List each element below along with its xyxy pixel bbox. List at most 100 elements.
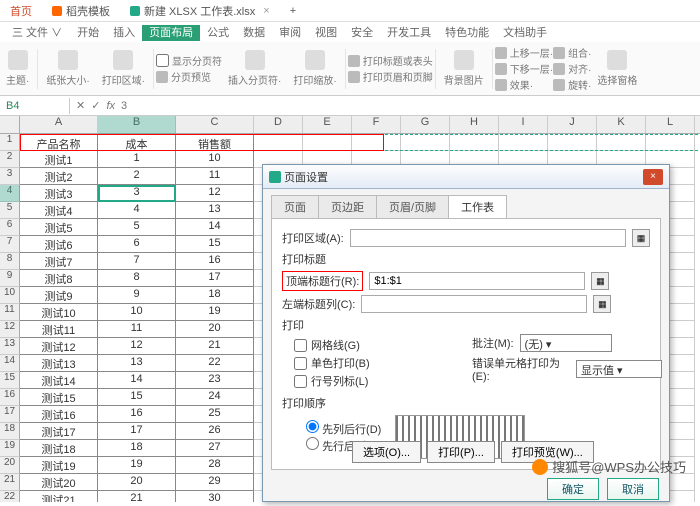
row-header[interactable]: 1	[0, 134, 20, 151]
show-breaks[interactable]: 显示分页符	[156, 53, 222, 68]
cell[interactable]: 测试11	[20, 321, 98, 338]
print-button[interactable]: 打印(P)...	[427, 441, 495, 463]
column-header[interactable]: C	[176, 116, 254, 133]
top-title-input[interactable]	[369, 272, 585, 290]
selectpane-group[interactable]: 选择窗格	[591, 48, 643, 89]
insertbreak-group[interactable]: 插入分页符·	[222, 48, 287, 89]
errors-combo[interactable]: 显示值 ▾	[576, 360, 662, 378]
ribbon-tab[interactable]: 开始	[70, 25, 106, 41]
left-title-input[interactable]	[361, 295, 587, 313]
cell[interactable]: 13	[98, 355, 176, 372]
column-header[interactable]: A	[20, 116, 98, 133]
fx-confirm[interactable]: ✓	[91, 99, 100, 112]
cell[interactable]	[303, 134, 352, 151]
row-header[interactable]: 8	[0, 253, 20, 270]
cell[interactable]: 29	[176, 474, 254, 491]
cell[interactable]: 21	[176, 338, 254, 355]
dialog-titlebar[interactable]: 页面设置 ×	[263, 165, 669, 189]
cell[interactable]	[450, 134, 499, 151]
column-header[interactable]: B	[98, 116, 176, 133]
column-header[interactable]: J	[548, 116, 597, 133]
cell[interactable]	[352, 134, 401, 151]
printscale-group[interactable]: 打印缩放·	[287, 48, 342, 89]
row-header[interactable]: 19	[0, 440, 20, 457]
send-back[interactable]: 下移一层·	[495, 61, 553, 76]
column-header[interactable]: H	[450, 116, 499, 133]
cell[interactable]: 测试12	[20, 338, 98, 355]
column-header[interactable]: K	[597, 116, 646, 133]
dialog-close-button[interactable]: ×	[643, 169, 663, 185]
file-menu[interactable]: 三 文件 ∨	[4, 22, 70, 42]
cell[interactable]: 25	[176, 406, 254, 423]
top-title-picker[interactable]: ▦	[591, 272, 609, 290]
row-header[interactable]: 14	[0, 355, 20, 372]
tab-template[interactable]: 稻壳模板	[42, 1, 120, 21]
print-titles[interactable]: 打印标题或表头	[348, 53, 433, 68]
fx-cancel[interactable]: ✕	[76, 99, 85, 112]
ribbon-tab[interactable]: 开发工具	[380, 25, 438, 41]
row-header[interactable]: 9	[0, 270, 20, 287]
ribbon-tab[interactable]: 安全	[344, 25, 380, 41]
cell[interactable]: 9	[98, 287, 176, 304]
dialog-tab[interactable]: 页眉/页脚	[376, 195, 449, 218]
tab-home[interactable]: 首页	[0, 1, 42, 21]
cell[interactable]: 1	[98, 151, 176, 168]
close-icon[interactable]: ×	[263, 5, 269, 17]
cell[interactable]: 4	[98, 202, 176, 219]
ribbon-tab[interactable]: 特色功能	[438, 25, 496, 41]
name-box[interactable]: B4	[0, 98, 70, 114]
row-header[interactable]: 21	[0, 474, 20, 491]
cell[interactable]: 27	[176, 440, 254, 457]
row-header[interactable]: 17	[0, 406, 20, 423]
cell[interactable]	[646, 134, 695, 151]
column-header[interactable]: L	[646, 116, 695, 133]
ribbon-tab[interactable]: 插入	[106, 25, 142, 41]
cell[interactable]: 14	[176, 219, 254, 236]
cell[interactable]: 测试2	[20, 168, 98, 185]
cell[interactable]: 7	[98, 253, 176, 270]
cell[interactable]: 19	[176, 304, 254, 321]
cell[interactable]: 测试10	[20, 304, 98, 321]
cell[interactable]	[401, 134, 450, 151]
cell[interactable]: 18	[98, 440, 176, 457]
row-header[interactable]: 5	[0, 202, 20, 219]
row-header[interactable]: 4	[0, 185, 20, 202]
effects[interactable]: 效果·	[495, 77, 553, 92]
row-header[interactable]: 12	[0, 321, 20, 338]
column-header[interactable]: I	[499, 116, 548, 133]
bgimage-group[interactable]: 背景图片	[438, 48, 490, 89]
break-preview[interactable]: 分页预览	[156, 69, 222, 84]
cell[interactable]: 17	[98, 423, 176, 440]
cell[interactable]: 11	[98, 321, 176, 338]
cell[interactable]: 测试19	[20, 457, 98, 474]
cell[interactable]: 11	[176, 168, 254, 185]
bring-front[interactable]: 上移一层·	[495, 45, 553, 60]
cell[interactable]: 测试17	[20, 423, 98, 440]
column-header[interactable]: D	[254, 116, 303, 133]
cell[interactable]: 测试4	[20, 202, 98, 219]
tab-add[interactable]: +	[280, 3, 306, 19]
papersize-group[interactable]: 纸张大小·	[40, 48, 95, 89]
blackwhite-checkbox[interactable]	[294, 357, 307, 370]
cell[interactable]: 产品名称	[20, 134, 98, 151]
cell[interactable]: 30	[176, 491, 254, 502]
cell[interactable]: 测试6	[20, 236, 98, 253]
cell[interactable]: 8	[98, 270, 176, 287]
dialog-tab[interactable]: 页面	[271, 195, 319, 218]
cell[interactable]: 24	[176, 389, 254, 406]
gridlines-checkbox[interactable]	[294, 339, 307, 352]
cell[interactable]: 15	[176, 236, 254, 253]
row-header[interactable]: 10	[0, 287, 20, 304]
row-header[interactable]: 6	[0, 219, 20, 236]
left-title-picker[interactable]: ▦	[593, 295, 611, 313]
cell[interactable]: 3	[98, 185, 176, 202]
cell[interactable]: 13	[176, 202, 254, 219]
cell[interactable]: 测试8	[20, 270, 98, 287]
cell[interactable]: 16	[98, 406, 176, 423]
cell[interactable]: 17	[176, 270, 254, 287]
ribbon-tab[interactable]: 页面布局	[142, 25, 200, 41]
cell[interactable]: 测试15	[20, 389, 98, 406]
ribbon-tab[interactable]: 公式	[200, 25, 236, 41]
print-area-input[interactable]	[350, 229, 626, 247]
cell[interactable]: 16	[176, 253, 254, 270]
